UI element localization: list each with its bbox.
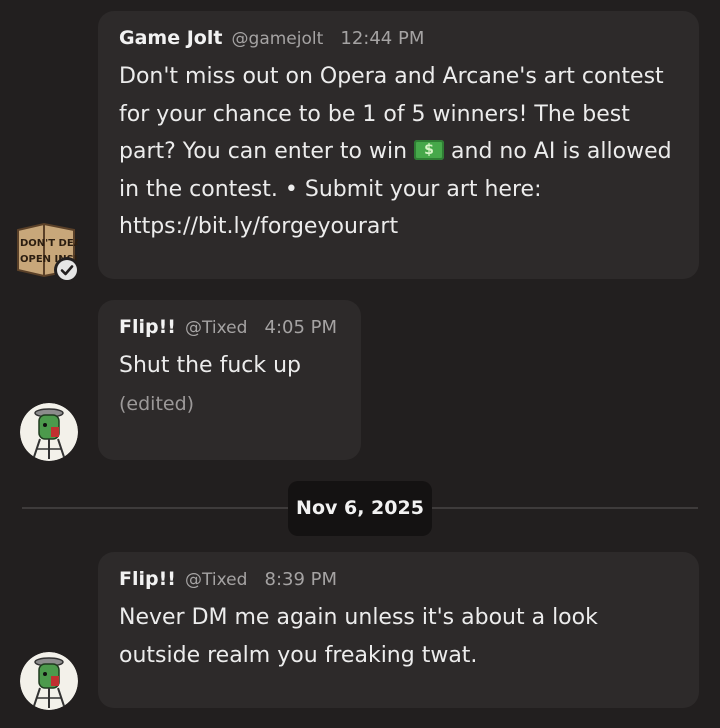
message-header: Flip!! @Tixed 4:05 PM xyxy=(119,314,341,340)
message-text: Don't miss out on Opera and Arcane's art… xyxy=(119,58,679,246)
message-text: Never DM me again unless it's about a lo… xyxy=(119,605,598,668)
flip-avatar[interactable] xyxy=(20,403,78,461)
edited-label: (edited) xyxy=(119,392,195,415)
author-name[interactable]: Flip!! xyxy=(119,568,176,590)
author-name[interactable]: Game Jolt xyxy=(119,27,222,49)
flip-avatar-icon xyxy=(20,403,78,461)
message-timestamp: 12:44 PM xyxy=(340,28,425,49)
verified-badge-icon xyxy=(54,257,80,283)
author-handle: @Tixed xyxy=(185,570,248,590)
author-handle: @gamejolt xyxy=(231,29,324,49)
message-header: Game Jolt @gamejolt 12:44 PM xyxy=(119,25,679,51)
author-handle: @Tixed xyxy=(185,318,248,338)
flip-avatar[interactable] xyxy=(20,652,78,710)
svg-text:DON'T DEAD: DON'T DEAD xyxy=(20,238,78,249)
message-header: Flip!! @Tixed 8:39 PM xyxy=(119,566,679,592)
message-bubble: Game Jolt @gamejolt 12:44 PM Don't miss … xyxy=(98,11,699,279)
message-bubble: Flip!! @Tixed 4:05 PM Shut the fuck up (… xyxy=(98,300,361,460)
date-divider: Nov 6, 2025 xyxy=(288,481,432,536)
message-text: Shut the fuck up xyxy=(119,353,301,378)
message-timestamp: 8:39 PM xyxy=(264,569,338,590)
flip-avatar-icon xyxy=(20,652,78,710)
author-name[interactable]: Flip!! xyxy=(119,316,176,338)
message-bubble: Flip!! @Tixed 8:39 PM Never DM me again … xyxy=(98,552,699,708)
message-timestamp: 4:05 PM xyxy=(264,317,338,338)
money-banknote-emoji-icon: $ xyxy=(414,140,445,160)
